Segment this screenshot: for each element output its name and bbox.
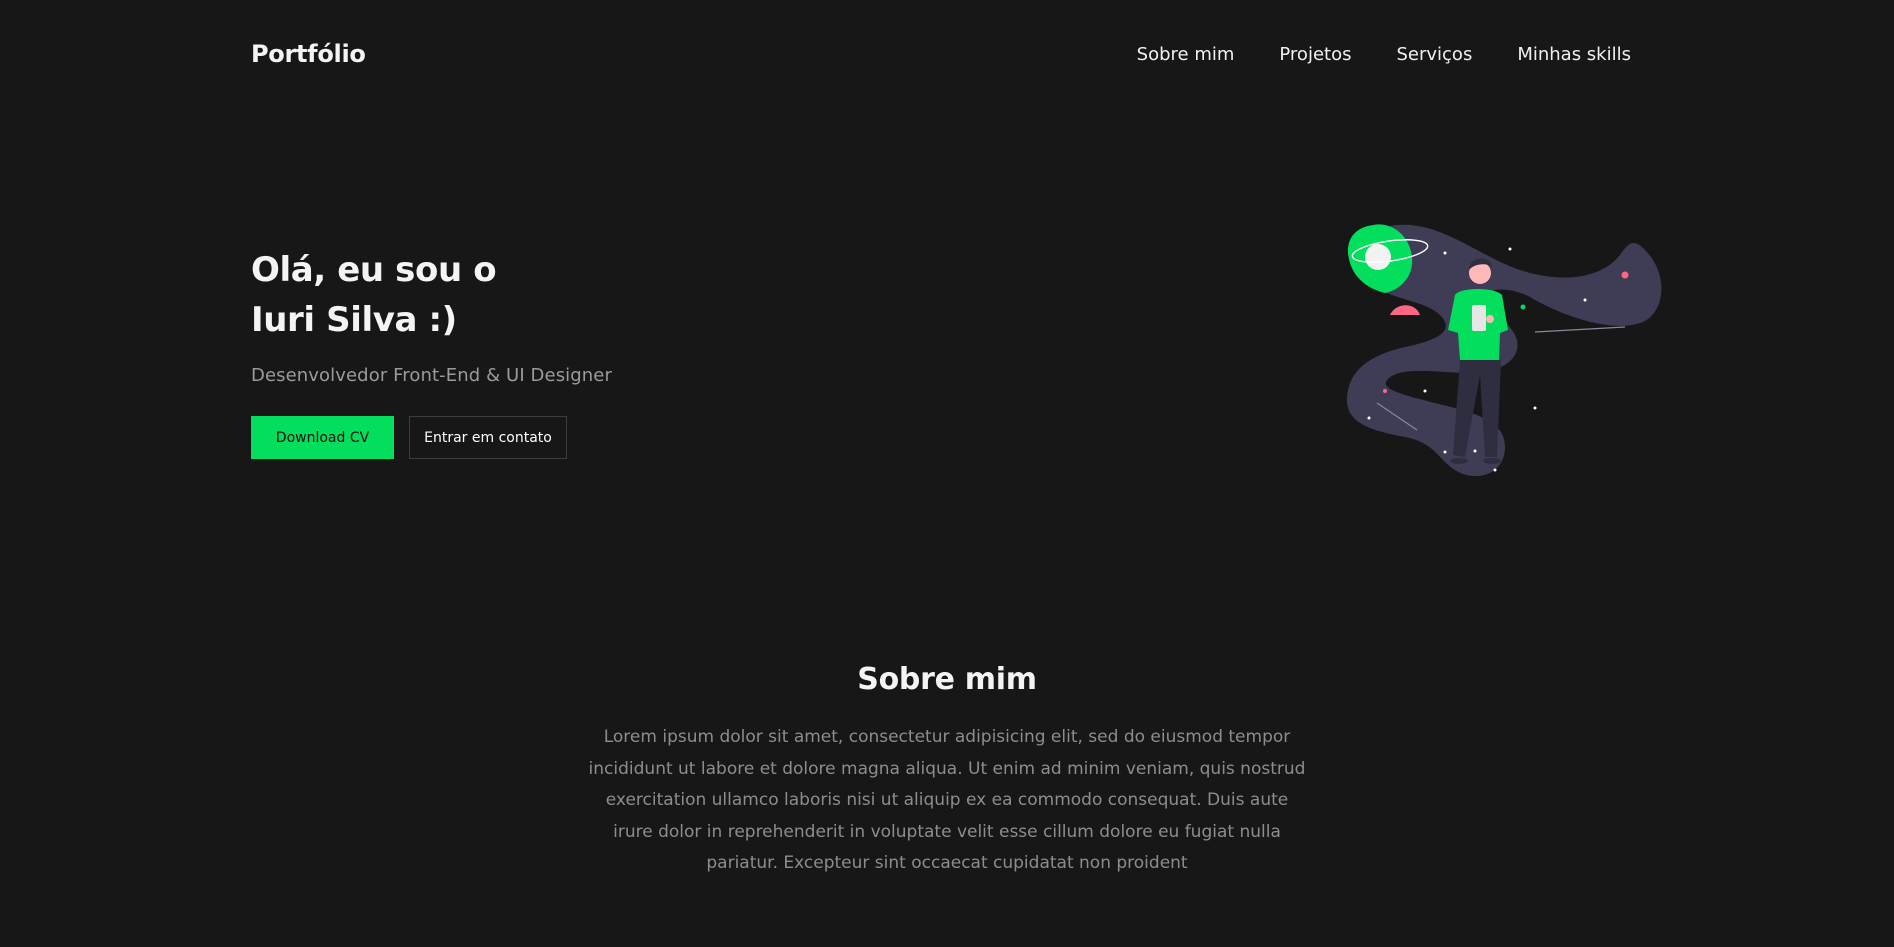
about-section: Sobre mim Lorem ipsum dolor sit amet, co… bbox=[0, 660, 1894, 880]
download-cv-button[interactable]: Download CV bbox=[251, 416, 394, 459]
nav-link-sobre-mim[interactable]: Sobre mim bbox=[1137, 44, 1235, 65]
about-title: Sobre mim bbox=[857, 662, 1037, 697]
hero-title-line-2: Iuri Silva :) bbox=[251, 300, 457, 340]
hero-buttons: Download CV Entrar em contato bbox=[251, 416, 811, 459]
site-header: Portfólio Sobre mim Projetos Serviços Mi… bbox=[251, 30, 1631, 78]
nav-link-projetos[interactable]: Projetos bbox=[1279, 44, 1351, 65]
hero-section: Olá, eu sou o Iuri Silva :) Desenvolvedo… bbox=[251, 245, 811, 459]
page: Portfólio Sobre mim Projetos Serviços Mi… bbox=[0, 0, 1894, 947]
logo[interactable]: Portfólio bbox=[251, 40, 366, 68]
about-text: Lorem ipsum dolor sit amet, consectetur … bbox=[588, 727, 1306, 874]
hero-subtitle: Desenvolvedor Front-End & UI Designer bbox=[251, 365, 612, 386]
main-nav: Sobre mim Projetos Serviços Minhas skill… bbox=[1137, 44, 1631, 65]
hero-title: Olá, eu sou o Iuri Silva :) bbox=[251, 245, 811, 345]
contact-button[interactable]: Entrar em contato bbox=[409, 416, 567, 459]
hero-title-line-1: Olá, eu sou o bbox=[251, 250, 497, 290]
hero-illustration bbox=[1346, 224, 1662, 477]
nav-link-servicos[interactable]: Serviços bbox=[1396, 44, 1472, 65]
nav-link-minhas-skills[interactable]: Minhas skills bbox=[1517, 44, 1631, 65]
